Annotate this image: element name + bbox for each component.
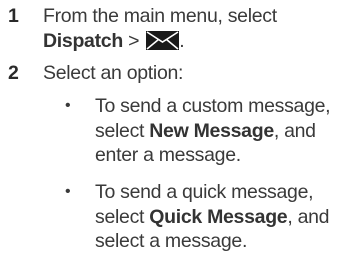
step-1-instruction: From the main menu, select — [43, 5, 277, 27]
quick-message-label: Quick Message — [149, 205, 288, 228]
bullet-icon: • — [65, 183, 71, 200]
step-text: Select an option: — [43, 62, 184, 84]
step-number: 1 — [8, 5, 19, 27]
menu-separator: > — [122, 29, 145, 52]
list-item: • To send a custom message, select New M… — [0, 94, 357, 170]
new-message-label: New Message — [149, 119, 274, 142]
envelope-icon — [146, 30, 180, 50]
step-number: 2 — [8, 62, 19, 84]
list-item: • To send a quick message, select Quick … — [0, 180, 357, 256]
step-1: 1 From the main menu, select Dispatch > … — [0, 4, 357, 56]
bullet-text: To send a quick message, select Quick Me… — [95, 180, 353, 254]
step-text: From the main menu, select Dispatch > . — [43, 4, 353, 53]
step-2: 2 Select an option: — [0, 61, 357, 87]
bullet-icon: • — [65, 97, 71, 114]
bullet-text: To send a custom message, select New Mes… — [95, 94, 353, 168]
instruction-page: 1 From the main menu, select Dispatch > … — [0, 0, 357, 263]
dispatch-menu-label: Dispatch — [43, 29, 123, 52]
step-1-period: . — [179, 29, 185, 52]
